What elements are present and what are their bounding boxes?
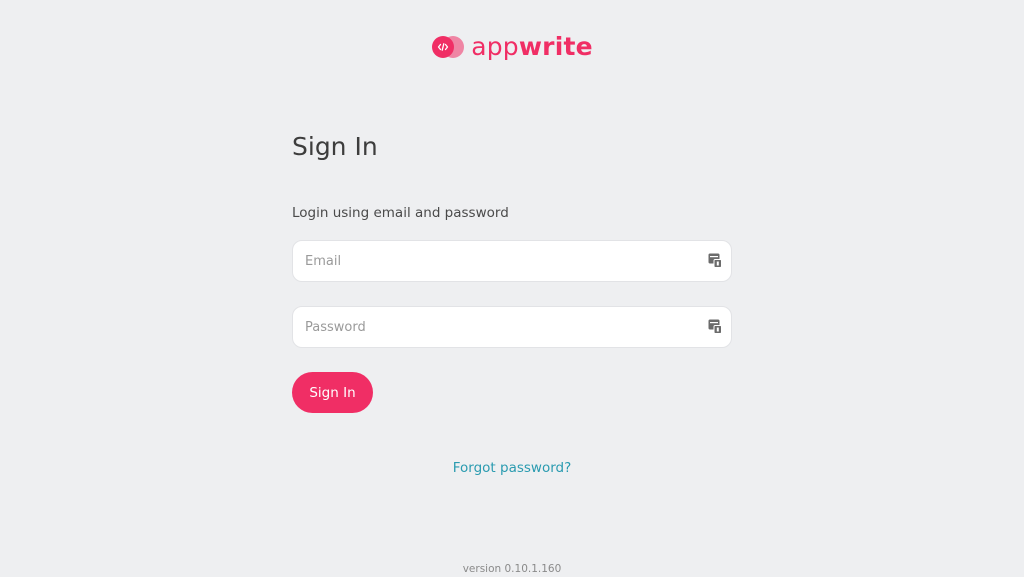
password-manager-icon[interactable]: [708, 253, 722, 268]
password-field-wrapper: [292, 306, 732, 348]
appwrite-logo-icon: [432, 36, 465, 58]
password-field[interactable]: [292, 306, 732, 348]
sign-in-button[interactable]: Sign In: [292, 372, 373, 413]
page-title: Sign In: [292, 132, 378, 161]
forgot-password-link[interactable]: Forgot password?: [0, 459, 1024, 477]
appwrite-logo: appwrite: [0, 30, 1024, 64]
logo-wordmark-light: app: [471, 32, 519, 61]
logo-wordmark: appwrite: [471, 30, 593, 64]
signin-subtitle: Login using email and password: [292, 205, 509, 221]
email-field[interactable]: [292, 240, 732, 282]
logo-wordmark-bold: write: [518, 32, 593, 61]
password-manager-icon[interactable]: [708, 319, 722, 334]
signin-form: Sign In Login using email and password S…: [292, 130, 732, 413]
email-field-wrapper: [292, 240, 732, 282]
version-label: version 0.10.1.160: [462, 563, 562, 575]
